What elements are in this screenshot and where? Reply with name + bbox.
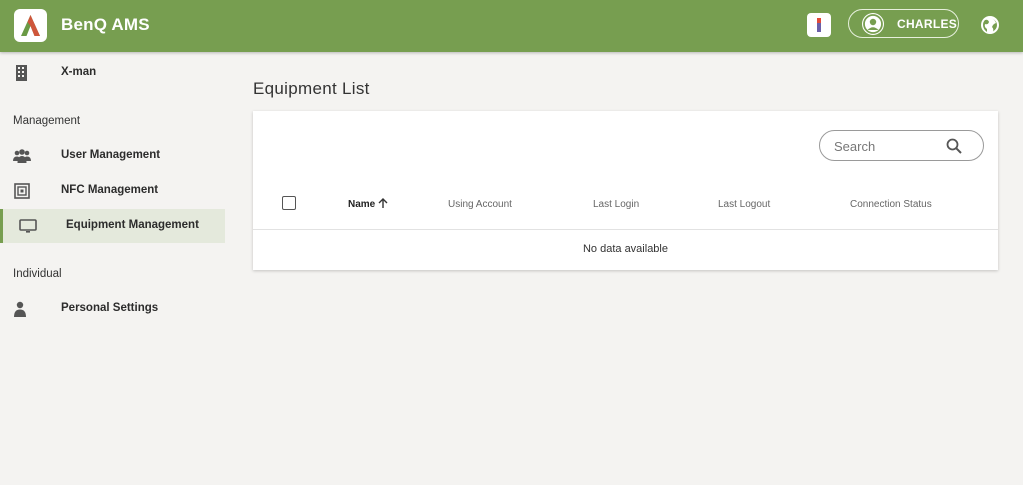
app-switcher-button[interactable] (807, 13, 831, 37)
search-icon[interactable] (945, 137, 963, 155)
column-header-connection-status[interactable]: Connection Status (850, 199, 932, 210)
sidebar-item-equipment-management[interactable]: Equipment Management (0, 209, 225, 243)
user-avatar-icon (863, 14, 883, 34)
select-all-checkbox[interactable] (282, 196, 296, 210)
column-header-name[interactable]: Name (348, 199, 375, 210)
sidebar-item-label: X-man (61, 66, 97, 78)
avatar (862, 13, 884, 35)
app-title: BenQ AMS (61, 15, 150, 34)
sidebar: X-man Management User Management NFC Man… (0, 52, 225, 485)
top-bar: BenQ AMS CHARLES (0, 0, 1023, 52)
empty-state-message: No data available (582, 243, 668, 255)
page-title: Equipment List (253, 79, 370, 98)
sidebar-item-personal-settings[interactable]: Personal Settings (0, 292, 225, 326)
person-icon (14, 301, 26, 317)
sidebar-item-organization[interactable]: X-man (0, 56, 225, 90)
nfc-card-icon (14, 183, 30, 199)
column-header-last-login[interactable]: Last Login (593, 199, 639, 210)
globe-icon[interactable] (980, 15, 1000, 35)
section-label-management: Management (13, 115, 81, 127)
benq-logo-icon (21, 15, 40, 36)
sidebar-item-user-management[interactable]: User Management (0, 139, 225, 173)
user-menu-button[interactable]: CHARLES (848, 9, 959, 38)
sidebar-item-label: NFC Management (61, 184, 159, 196)
column-header-using-account[interactable]: Using Account (448, 199, 512, 210)
building-icon (16, 65, 27, 81)
section-label-individual: Individual (13, 268, 62, 280)
sidebar-item-label: Personal Settings (61, 302, 159, 314)
sidebar-item-label: Equipment Management (66, 219, 199, 231)
arrow-up-icon[interactable] (377, 197, 389, 209)
search-box (819, 130, 984, 161)
sidebar-item-label: User Management (61, 149, 161, 161)
table-header-divider (253, 229, 998, 230)
sidebar-item-nfc-management[interactable]: NFC Management (0, 174, 225, 208)
app-logo[interactable] (14, 9, 47, 42)
search-input[interactable] (834, 137, 944, 155)
equipment-table-card: Name Using Account Last Login Last Logou… (253, 111, 998, 270)
app-badge-icon (817, 18, 821, 32)
monitor-icon (19, 219, 37, 233)
users-icon (13, 149, 31, 163)
column-header-last-logout[interactable]: Last Logout (718, 199, 770, 210)
user-name: CHARLES (897, 17, 958, 31)
